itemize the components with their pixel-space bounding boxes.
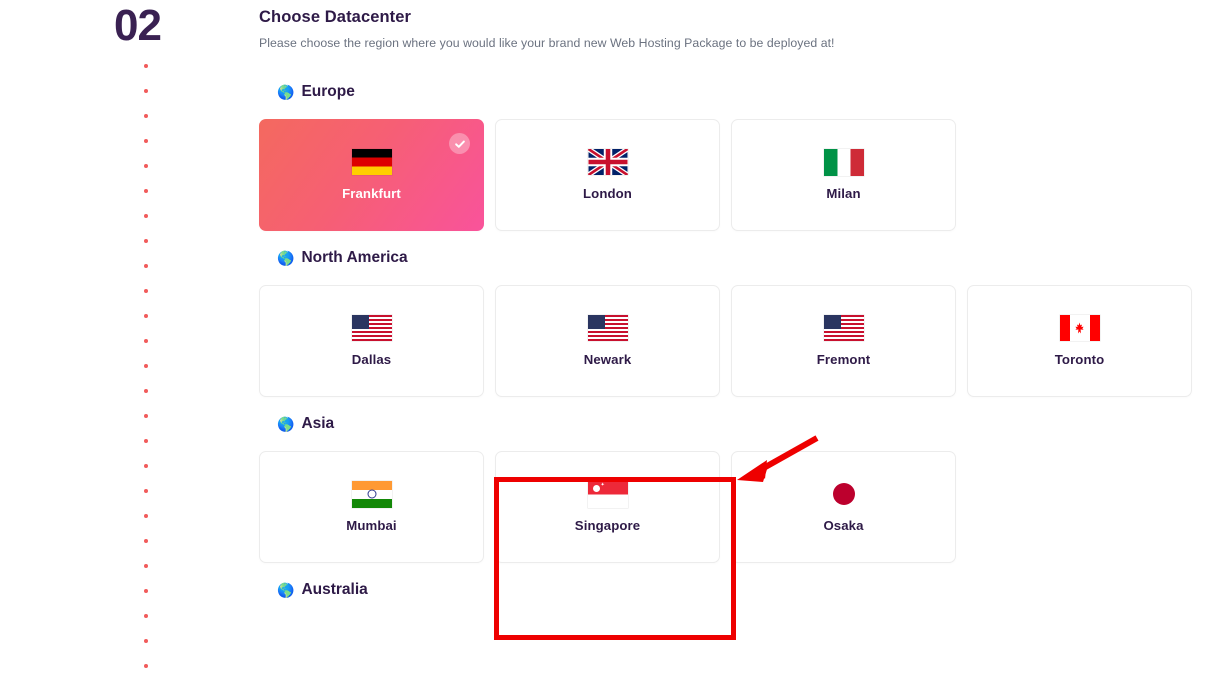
- globe-europe-icon: 🌎: [277, 84, 295, 100]
- globe-asia-icon: 🌎: [277, 416, 295, 432]
- step-dot: [144, 214, 148, 218]
- datacenter-label: Mumbai: [346, 518, 397, 533]
- datacenter-card-toronto[interactable]: Toronto: [967, 285, 1192, 397]
- region-heading: 🌎 Australia: [259, 581, 1226, 599]
- step-dot: [144, 189, 148, 193]
- us-flag-icon: [823, 315, 864, 341]
- region-heading: 🌎 Asia: [259, 415, 1226, 433]
- step-dot: [144, 539, 148, 543]
- step-dot: [144, 589, 148, 593]
- region-heading: 🌎 Europe: [259, 83, 1226, 101]
- datacenter-card-milan[interactable]: Milan: [731, 119, 956, 231]
- datacenter-card-london[interactable]: London: [495, 119, 720, 231]
- step-dot: [144, 139, 148, 143]
- step-progress-dots: [144, 64, 150, 675]
- datacenter-card-newark[interactable]: Newark: [495, 285, 720, 397]
- step-dot: [144, 239, 148, 243]
- page-title: Choose Datacenter: [259, 8, 412, 26]
- gb-flag-icon: [587, 149, 628, 175]
- step-dot: [144, 364, 148, 368]
- step-dot: [144, 164, 148, 168]
- datacenter-card-osaka[interactable]: Osaka: [731, 451, 956, 563]
- step-dot: [144, 314, 148, 318]
- step-dot: [144, 89, 148, 93]
- datacenter-label: Toronto: [1054, 352, 1105, 367]
- region-name: Europe: [301, 83, 355, 100]
- step-dot: [144, 64, 148, 68]
- step-dot: [144, 439, 148, 443]
- datacenter-label: Fremont: [816, 352, 871, 367]
- datacenter-label: Osaka: [823, 518, 864, 533]
- datacenter-label: Milan: [826, 186, 861, 201]
- step-dot: [144, 339, 148, 343]
- region-heading: 🌎 North America: [259, 249, 1226, 267]
- step-dot: [144, 414, 148, 418]
- datacenter-row: Frankfurt London Milan: [259, 119, 1226, 231]
- us-flag-icon: [587, 315, 628, 341]
- in-flag-icon: [351, 480, 392, 508]
- step-dot: [144, 464, 148, 468]
- datacenter-row: Mumbai Singapore Osaka: [259, 451, 1226, 563]
- datacenter-label: Frankfurt: [342, 186, 401, 201]
- step-dot: [144, 289, 148, 293]
- step-dot: [144, 514, 148, 518]
- step-dot: [144, 489, 148, 493]
- region-name: Australia: [301, 581, 368, 598]
- main-content: Choose Datacenter Please choose the regi…: [259, 0, 1226, 599]
- page-subtitle: Please choose the region where you would…: [259, 36, 835, 50]
- step-dot: [144, 114, 148, 118]
- region-name: North America: [301, 249, 408, 266]
- datacenter-card-singapore[interactable]: Singapore: [495, 451, 720, 563]
- region-name: Asia: [301, 415, 335, 432]
- globe-americas-icon: 🌎: [277, 250, 295, 266]
- selected-check-icon: [449, 133, 470, 154]
- step-dot: [144, 264, 148, 268]
- it-flag-icon: [823, 148, 864, 176]
- datacenter-label: Singapore: [574, 518, 641, 533]
- region-section: 🌎 Australia: [259, 581, 1226, 599]
- region-list: 🌎 Europe Frankfurt London Milan 🌎 North Americ…: [259, 83, 1226, 599]
- sg-flag-icon: [587, 480, 628, 508]
- step-rail: 02: [0, 0, 250, 675]
- region-section: 🌎 Asia Mumbai Singapore Osaka: [259, 415, 1226, 563]
- datacenter-label: Newark: [583, 352, 632, 367]
- choose-datacenter-page: 02 Choose Datacenter Please choose the r…: [0, 0, 1226, 675]
- datacenter-card-mumbai[interactable]: Mumbai: [259, 451, 484, 563]
- step-dot: [144, 664, 148, 668]
- datacenter-card-fremont[interactable]: Fremont: [731, 285, 956, 397]
- region-section: 🌎 North America Dallas Newark Fremont Toronto: [259, 249, 1226, 397]
- us-flag-icon: [351, 315, 392, 341]
- datacenter-card-dallas[interactable]: Dallas: [259, 285, 484, 397]
- datacenter-label: Dallas: [351, 352, 392, 367]
- datacenter-row: Dallas Newark Fremont Toronto: [259, 285, 1226, 397]
- region-section: 🌎 Europe Frankfurt London Milan: [259, 83, 1226, 231]
- jp-flag-icon: [832, 481, 855, 507]
- step-dot: [144, 564, 148, 568]
- ca-flag-icon: [1059, 315, 1100, 341]
- de-flag-icon: [351, 149, 392, 175]
- step-dot: [144, 614, 148, 618]
- step-dot: [144, 389, 148, 393]
- step-dot: [144, 639, 148, 643]
- step-number: 02: [114, 1, 162, 50]
- datacenter-card-frankfurt[interactable]: Frankfurt: [259, 119, 484, 231]
- datacenter-label: London: [583, 186, 632, 201]
- globe-asia-icon: 🌎: [277, 582, 295, 598]
